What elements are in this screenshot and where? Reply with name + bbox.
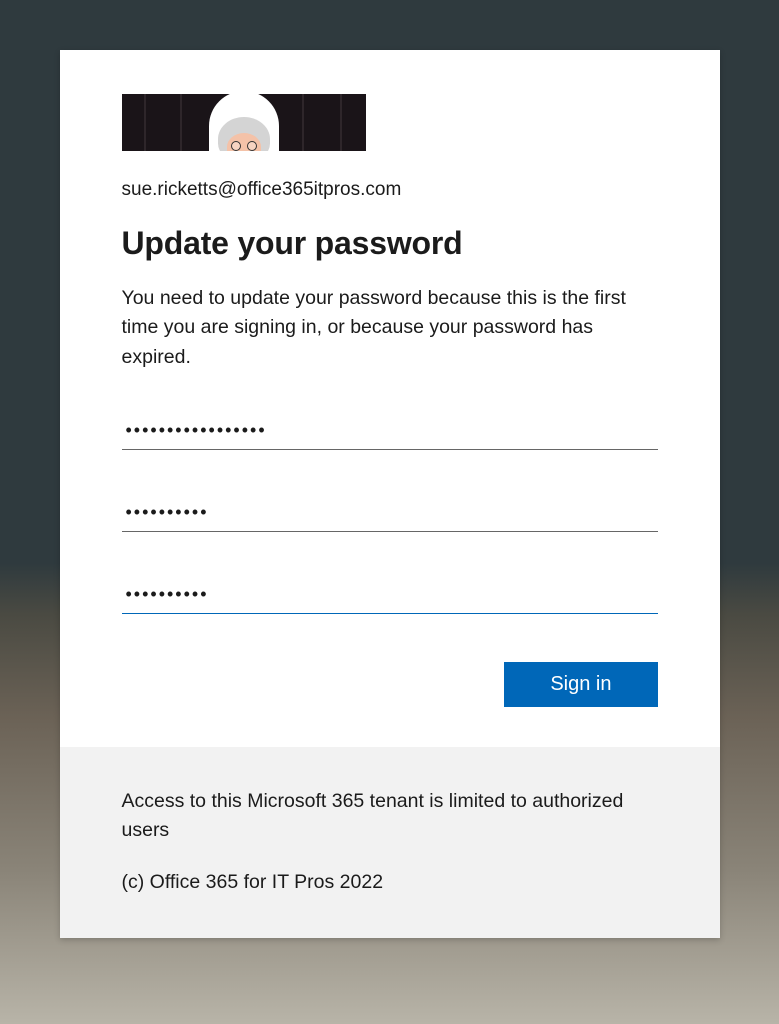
current-password-input[interactable]	[122, 412, 658, 450]
tenant-banner	[122, 94, 366, 151]
confirm-password-input[interactable]	[122, 576, 658, 614]
footer-copyright: (c) Office 365 for IT Pros 2022	[122, 871, 658, 894]
signin-button[interactable]: Sign in	[504, 662, 657, 707]
page-description: You need to update your password because…	[122, 284, 658, 372]
card-main-section: sue.ricketts@office365itpros.com Update …	[60, 50, 720, 747]
signin-card: sue.ricketts@office365itpros.com Update …	[60, 50, 720, 938]
user-email: sue.ricketts@office365itpros.com	[122, 179, 658, 201]
page-title: Update your password	[122, 225, 658, 262]
card-footer: Access to this Microsoft 365 tenant is l…	[60, 747, 720, 939]
footer-notice: Access to this Microsoft 365 tenant is l…	[122, 787, 658, 846]
button-row: Sign in	[122, 662, 658, 707]
new-password-input[interactable]	[122, 494, 658, 532]
avatar-icon	[209, 94, 279, 151]
